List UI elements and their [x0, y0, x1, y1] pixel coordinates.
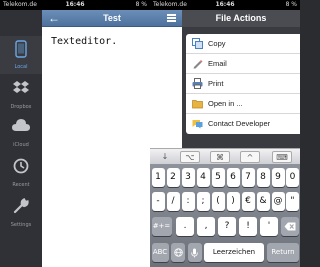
- cloud-icon: [12, 119, 30, 131]
- open-in-action[interactable]: Open in ...: [186, 94, 300, 114]
- sidebar-item-dropbox[interactable]: Dropbox: [0, 76, 42, 114]
- abc-key[interactable]: ABC: [151, 243, 169, 262]
- time-label: 16:46: [215, 1, 235, 8]
- key[interactable]: 1: [151, 168, 165, 187]
- keyboard-toggle-button[interactable]: ⌨: [272, 151, 292, 163]
- arrow-down-button[interactable]: ↓: [158, 151, 172, 163]
- carrier-label: Telekom.de: [153, 1, 187, 8]
- sidebar-item-label: Settings: [10, 222, 32, 228]
- control-key-button[interactable]: ^: [240, 151, 260, 163]
- keyboard-accessory-bar: ↓ ⌥ ⌘ ^ ⌨: [150, 148, 300, 164]
- email-action[interactable]: Email: [186, 54, 300, 74]
- key[interactable]: 6: [226, 168, 240, 187]
- microphone-icon: [191, 248, 198, 257]
- sidebar-item-icloud[interactable]: iCloud: [0, 114, 42, 152]
- action-label: Print: [208, 79, 224, 88]
- phone-icon: [15, 40, 27, 58]
- space-key[interactable]: Leerzeichen: [204, 243, 264, 262]
- file-actions-panel: File Actions Copy Email Print Open in ..…: [182, 10, 300, 148]
- copy-action[interactable]: Copy: [186, 34, 300, 54]
- action-label: Email: [208, 59, 227, 68]
- globe-key[interactable]: [171, 243, 185, 262]
- key[interactable]: €: [241, 192, 255, 211]
- sidebar-item-label: Dropbox: [10, 104, 32, 110]
- key[interactable]: !: [239, 217, 257, 236]
- key[interactable]: :: [181, 192, 195, 211]
- backspace-icon: [284, 222, 296, 231]
- return-key[interactable]: Return: [267, 243, 299, 262]
- contact-developer-icon: [192, 120, 203, 129]
- open-in-icon: [192, 100, 203, 109]
- key[interactable]: 8: [256, 168, 270, 187]
- copy-icon: [192, 38, 203, 49]
- key[interactable]: 4: [196, 168, 210, 187]
- key[interactable]: @: [271, 192, 285, 211]
- microphone-key[interactable]: [187, 243, 202, 262]
- battery-label: 8 %: [285, 1, 297, 8]
- key[interactable]: ,: [197, 217, 215, 236]
- key[interactable]: -: [151, 192, 165, 211]
- clock-icon: [13, 158, 29, 174]
- print-action[interactable]: Print: [186, 74, 300, 94]
- sidebar-item-recent[interactable]: Recent: [0, 154, 42, 192]
- key[interactable]: ": [286, 192, 299, 211]
- sidebar-item-local[interactable]: Local: [0, 36, 42, 74]
- keyboard: 1 2 3 4 5 6 7 8 9 0 - / : ; ( ) € & @ " …: [150, 164, 300, 267]
- key[interactable]: 2: [166, 168, 180, 187]
- contact-developer-action[interactable]: Contact Developer: [186, 114, 300, 134]
- sidebar-item-settings[interactable]: Settings: [0, 194, 42, 232]
- key[interactable]: (: [211, 192, 225, 211]
- option-key-button[interactable]: ⌥: [180, 151, 200, 163]
- status-bar-left: Telekom.de 16:46 8 %: [0, 0, 150, 10]
- command-key-button[interactable]: ⌘: [210, 151, 230, 163]
- editor-nav-bar: ← Test: [42, 10, 182, 27]
- sidebar-item-label: Recent: [12, 182, 30, 188]
- action-label: Contact Developer: [208, 119, 271, 128]
- symbols-shift-key[interactable]: #+=: [151, 217, 172, 236]
- action-label: Copy: [208, 39, 226, 48]
- backspace-key[interactable]: [281, 217, 299, 236]
- carrier-label: Telekom.de: [3, 1, 37, 8]
- sidebar-item-label: iCloud: [13, 142, 29, 148]
- key[interactable]: ?: [218, 217, 236, 236]
- sidebar-item-label: Local: [14, 64, 28, 70]
- key[interactable]: 5: [211, 168, 225, 187]
- action-label: Open in ...: [208, 99, 243, 108]
- status-bar-right: Telekom.de 16:46 8 %: [150, 0, 300, 10]
- editor-text-area[interactable]: Texteditor.: [51, 36, 117, 47]
- wrench-icon: [13, 198, 29, 214]
- key[interactable]: /: [166, 192, 180, 211]
- email-icon: [193, 60, 203, 69]
- time-label: 16:46: [65, 1, 85, 8]
- file-actions-title: File Actions: [182, 10, 300, 27]
- dropbox-icon: [13, 81, 29, 93]
- key[interactable]: 9: [271, 168, 285, 187]
- file-actions-list: Copy Email Print Open in ... Contact Dev…: [186, 34, 300, 134]
- key[interactable]: .: [176, 217, 194, 236]
- key[interactable]: 0: [286, 168, 299, 187]
- key[interactable]: 7: [241, 168, 255, 187]
- key[interactable]: ;: [196, 192, 210, 211]
- key[interactable]: ': [260, 217, 278, 236]
- key[interactable]: &: [256, 192, 270, 211]
- globe-icon: [173, 248, 183, 257]
- menu-icon[interactable]: [167, 14, 176, 22]
- print-icon: [192, 78, 203, 89]
- sidebar: Local Dropbox iCloud Recent Settings: [0, 10, 42, 267]
- battery-label: 8 %: [135, 1, 147, 8]
- key[interactable]: 3: [181, 168, 195, 187]
- key[interactable]: ): [226, 192, 240, 211]
- document-title: Test: [103, 13, 121, 23]
